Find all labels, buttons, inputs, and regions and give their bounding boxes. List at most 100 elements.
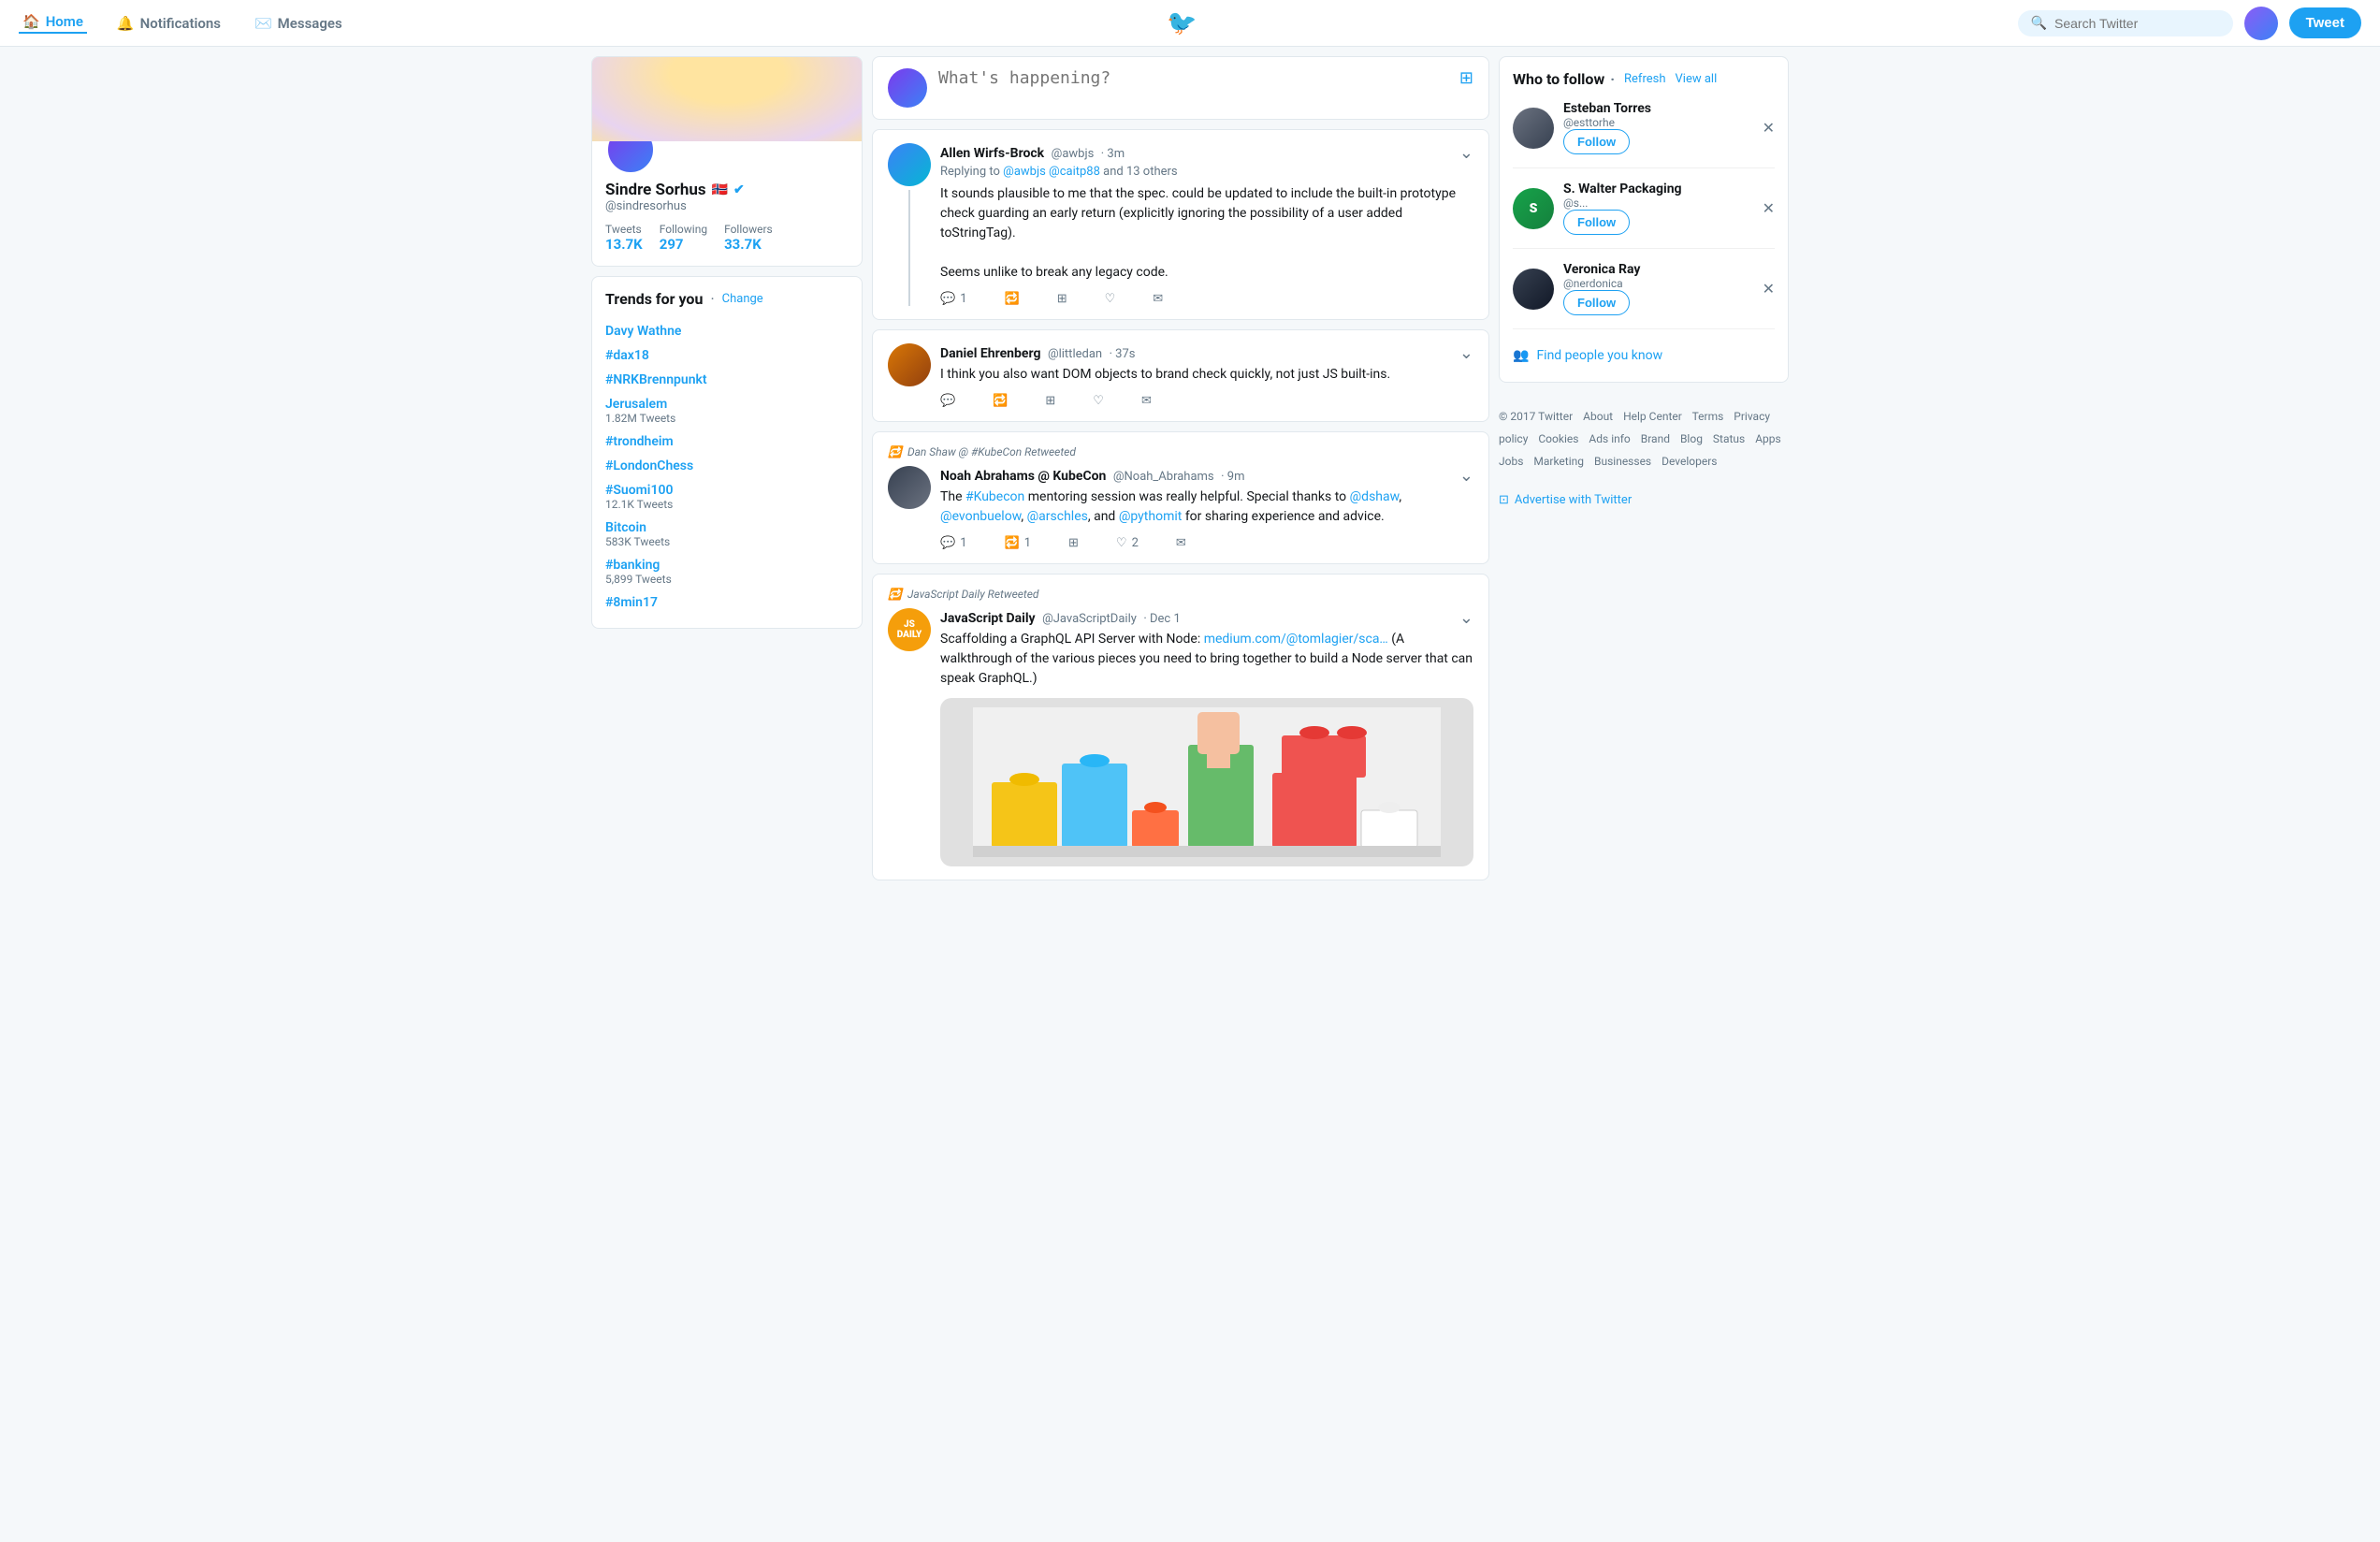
view-all-btn[interactable]: View all (1676, 72, 1718, 86)
profile-stats: Tweets 13.7K Following 297 Followers 33.… (605, 223, 849, 253)
reply-action[interactable]: 💬 (940, 394, 955, 408)
footer-about[interactable]: About (1583, 410, 1613, 423)
mention-arschles[interactable]: @arschles (1027, 509, 1088, 524)
tweet-more-icon[interactable]: ⌄ (1459, 143, 1473, 163)
tweet-avatar[interactable]: JSDAILY (888, 608, 931, 651)
nav-notifications[interactable]: 🔔 Notifications (113, 15, 225, 32)
advertise-link[interactable]: ⊡ Advertise with Twitter (1499, 493, 1789, 507)
trend-item[interactable]: Davy Wathne (605, 319, 849, 343)
compose-input[interactable] (938, 68, 1448, 96)
search-icon: 🔍 (2031, 16, 2047, 31)
stack-action[interactable]: ⊞ (1045, 394, 1055, 408)
trend-item[interactable]: #trondheim (605, 429, 849, 454)
mention-dshaw[interactable]: @dshaw (1350, 489, 1400, 504)
wtf-avatar[interactable] (1513, 108, 1554, 149)
stat-following[interactable]: Following 297 (660, 223, 707, 253)
compose-box: ⊞ (872, 56, 1489, 120)
retweet-action[interactable]: 🔁 1 (1005, 536, 1032, 550)
wtf-user-name[interactable]: S. Walter Packaging (1563, 182, 1749, 196)
footer-brand[interactable]: Brand (1641, 432, 1670, 445)
tweet-meta: Daniel Ehrenberg @littledan · 37s ⌄ (940, 343, 1473, 363)
reply-mention[interactable]: @awbjs (1003, 165, 1046, 179)
retweet-bar: 🔁 JavaScript Daily Retweeted (888, 588, 1473, 601)
tweet-avatar[interactable] (888, 143, 931, 186)
like-action[interactable]: ♡ (1105, 292, 1116, 306)
tweet-button[interactable]: Tweet (2289, 7, 2361, 38)
refresh-btn[interactable]: Refresh (1624, 72, 1665, 86)
tweet-handle[interactable]: @awbjs (1052, 147, 1095, 161)
like-action[interactable]: ♡ 2 (1116, 536, 1139, 550)
trend-item[interactable]: #Suomi10012.1K Tweets (605, 478, 849, 516)
follow-button[interactable]: Follow (1563, 210, 1630, 235)
dismiss-icon[interactable]: ✕ (1763, 119, 1775, 137)
stat-followers[interactable]: Followers 33.7K (724, 223, 773, 253)
tweet-author[interactable]: Allen Wirfs-Brock (940, 146, 1044, 161)
tweet-reply-to: Replying to @awbjs @caitp88 and 13 other… (940, 165, 1473, 179)
wtf-user-name[interactable]: Esteban Torres (1563, 101, 1749, 116)
search-input[interactable] (2054, 16, 2220, 31)
search-box[interactable]: 🔍 (2018, 10, 2233, 36)
tweet-more-icon[interactable]: ⌄ (1459, 608, 1473, 628)
dm-action[interactable]: ✉ (1176, 536, 1186, 550)
stat-tweets[interactable]: Tweets 13.7K (605, 223, 643, 253)
dm-action[interactable]: ✉ (1141, 394, 1152, 408)
image-upload-icon[interactable]: ⊞ (1459, 68, 1473, 88)
tweet-more-icon[interactable]: ⌄ (1459, 343, 1473, 363)
tweet-avatar[interactable] (888, 343, 931, 386)
tweet-handle[interactable]: @littledan (1048, 347, 1102, 361)
dismiss-icon[interactable]: ✕ (1763, 280, 1775, 298)
like-action[interactable]: ♡ (1093, 394, 1104, 408)
footer-marketing[interactable]: Marketing (1533, 455, 1584, 468)
follow-button[interactable]: Follow (1563, 129, 1630, 154)
footer-terms[interactable]: Terms (1692, 410, 1724, 423)
footer-help[interactable]: Help Center (1623, 410, 1682, 423)
footer-status[interactable]: Status (1713, 432, 1745, 445)
tweet-author[interactable]: Noah Abrahams @ KubeCon (940, 469, 1106, 484)
footer-businesses[interactable]: Businesses (1594, 455, 1651, 468)
retweet-action[interactable]: 🔁 (993, 394, 1008, 408)
tweet-author[interactable]: JavaScript Daily (940, 611, 1036, 626)
dm-action[interactable]: ✉ (1153, 292, 1163, 306)
tweet-author[interactable]: Daniel Ehrenberg (940, 346, 1040, 361)
trend-item[interactable]: #NRKBrennpunkt (605, 368, 849, 392)
reply-action[interactable]: 💬 1 (940, 536, 967, 550)
tweet-link[interactable]: medium.com/@tomlagier/sca… (1204, 632, 1388, 647)
hashtag-kubecon[interactable]: #Kubecon (965, 489, 1024, 504)
trend-item[interactable]: #8min17 (605, 590, 849, 615)
stack-action[interactable]: ⊞ (1057, 292, 1067, 306)
tweet-handle[interactable]: @Noah_Abrahams (1113, 470, 1214, 484)
mention-evon[interactable]: @evonbuelow (940, 509, 1021, 524)
wtf-avatar[interactable]: S (1513, 188, 1554, 229)
trend-item[interactable]: #dax18 (605, 343, 849, 368)
wtf-title: Who to follow · Refresh View all (1513, 70, 1775, 88)
dismiss-icon[interactable]: ✕ (1763, 199, 1775, 217)
user-avatar-nav[interactable] (2244, 7, 2278, 40)
trend-item[interactable]: #banking5,899 Tweets (605, 553, 849, 590)
footer-blog[interactable]: Blog (1680, 432, 1703, 445)
reply-action[interactable]: 💬 1 (940, 292, 967, 306)
tweet-avatar[interactable] (888, 466, 931, 509)
retweet-action[interactable]: 🔁 (1005, 292, 1020, 306)
footer-cookies[interactable]: Cookies (1538, 432, 1578, 445)
trend-item[interactable]: Jerusalem1.82M Tweets (605, 392, 849, 429)
who-to-follow-card: Who to follow · Refresh View all Esteban… (1499, 56, 1789, 383)
nav-messages[interactable]: ✉️ Messages (251, 15, 346, 32)
trend-item[interactable]: #LondonChess (605, 454, 849, 478)
reply-mention2[interactable]: @caitp88 (1049, 165, 1100, 179)
trends-change-btn[interactable]: Change (722, 292, 763, 306)
footer-developers[interactable]: Developers (1662, 455, 1717, 468)
footer-ads[interactable]: Ads info (1589, 432, 1630, 445)
wtf-user-name[interactable]: Veronica Ray (1563, 262, 1749, 277)
follow-button[interactable]: Follow (1563, 290, 1630, 315)
tweet-more-icon[interactable]: ⌄ (1459, 466, 1473, 486)
footer-apps[interactable]: Apps (1755, 432, 1781, 445)
tweet-handle[interactable]: @JavaScriptDaily (1042, 612, 1137, 626)
tweet-actions: 💬 1 🔁 ⊞ ♡ ✉ (940, 292, 1473, 306)
mention-pythomit[interactable]: @pythomit (1119, 509, 1183, 524)
nav-home[interactable]: 🏠 Home (19, 13, 87, 34)
find-people-link[interactable]: 👥 Find people you know (1513, 342, 1775, 369)
trend-item[interactable]: Bitcoin583K Tweets (605, 516, 849, 553)
wtf-avatar[interactable] (1513, 269, 1554, 310)
footer-jobs[interactable]: Jobs (1499, 455, 1523, 468)
stack-action[interactable]: ⊞ (1068, 536, 1079, 550)
